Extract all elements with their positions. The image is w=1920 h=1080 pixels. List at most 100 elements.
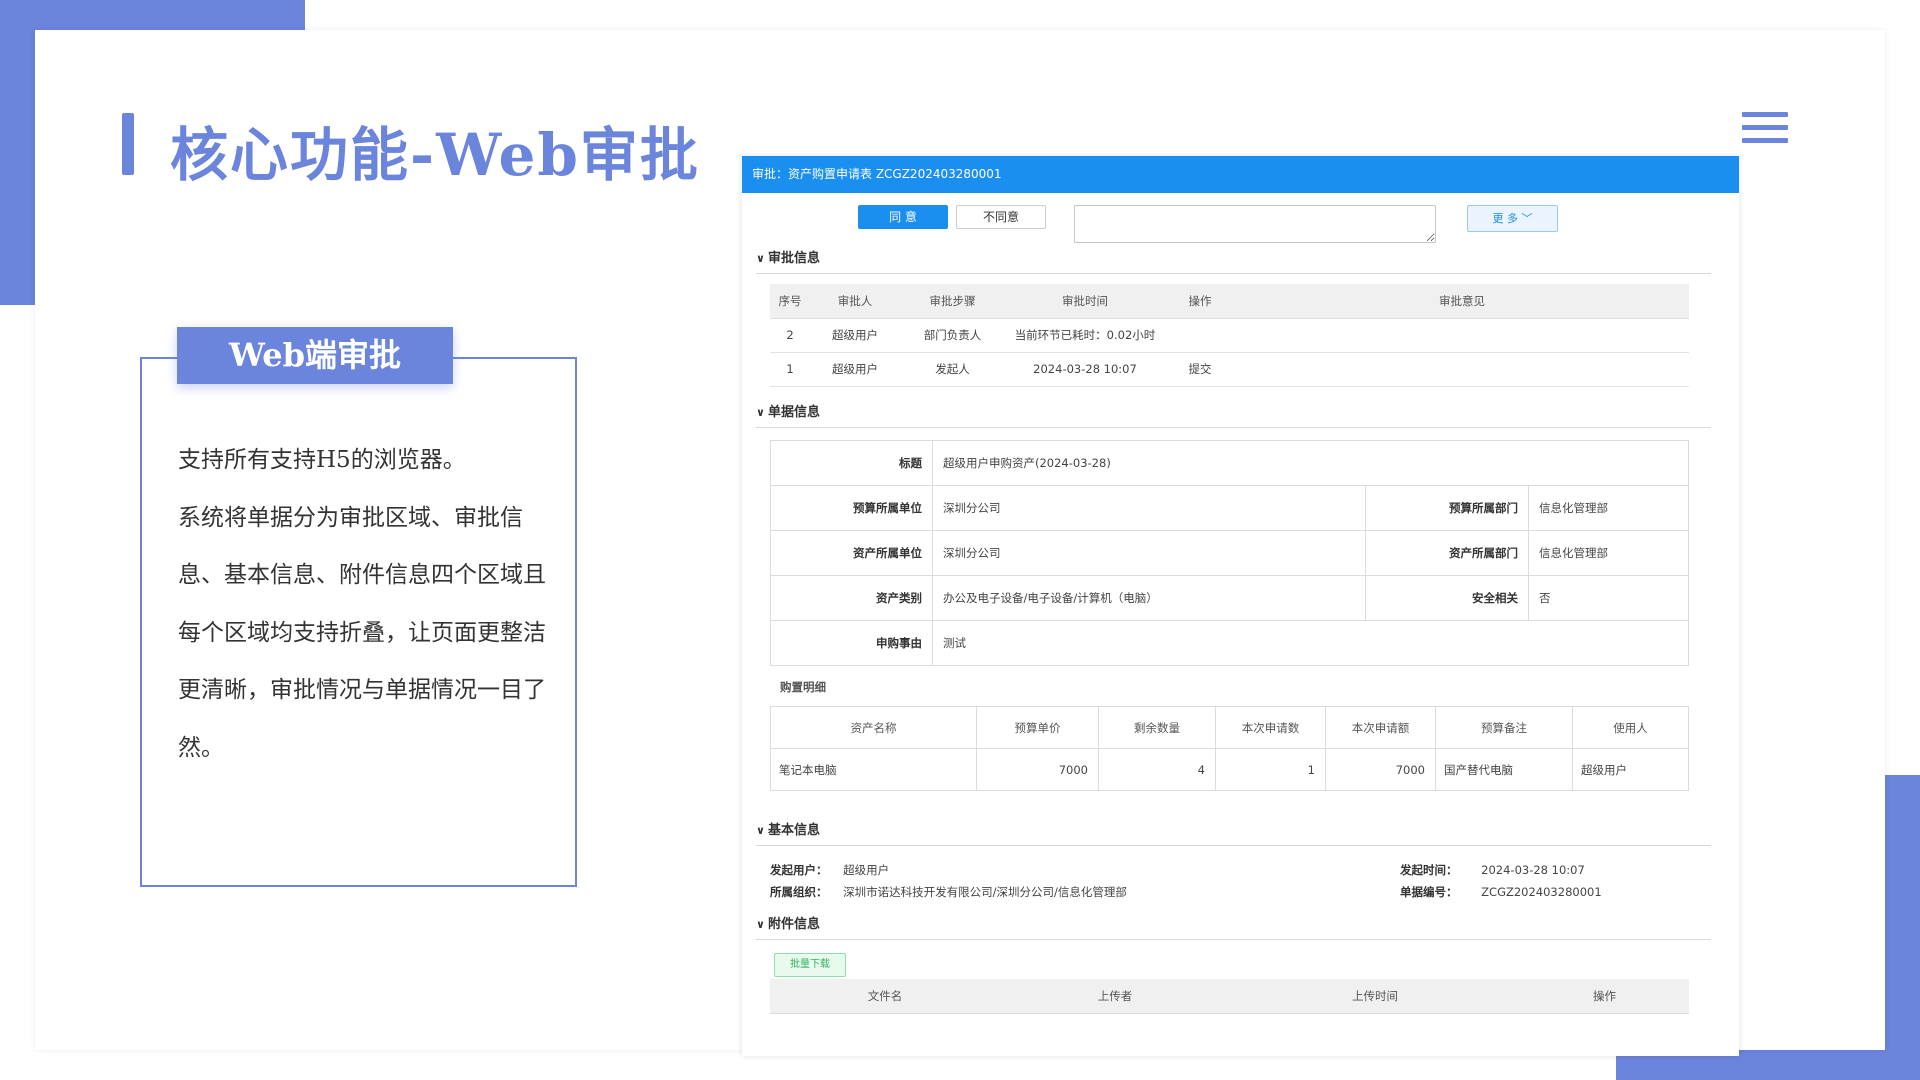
field-value: 否 [1528,575,1689,621]
column-header: 上传时间 [1230,979,1520,1014]
hamburger-menu-icon[interactable] [1742,112,1788,146]
purchase-details-table: 资产名称 预算单价 剩余数量 本次申请数 本次申请额 预算备注 使用人 笔记本电… [770,706,1689,791]
field-value: 办公及电子设备/电子设备/计算机（电脑） [932,575,1366,621]
column-header: 本次申请额 [1325,706,1436,749]
field-label: 安全相关 [1365,575,1529,621]
section-title: 附件信息 [768,917,821,932]
chevron-down-icon: ∨ [756,918,765,931]
field-value: 深圳分公司 [932,485,1366,531]
table-cell [1165,318,1235,353]
table-cell: 1 [770,352,810,387]
attachments-table: 文件名 上传者 上传时间 操作 [770,979,1689,1014]
feature-card-line-2: 系统将单据分为审批区域、审批信息、基本信息、附件信息四个区域且每个区域均支持折叠… [178,504,546,761]
table-header-row: 序号 审批人 审批步骤 审批时间 操作 审批意见 [770,284,1689,319]
field-label: 资产类别 [770,575,933,621]
field-label: 发起时间： [1400,863,1458,877]
form-row: 资产所属单位 深圳分公司 资产所属部门 信息化管理部 [770,530,1689,576]
title-accent-bar [122,113,134,175]
table-header-row: 资产名称 预算单价 剩余数量 本次申请数 本次申请额 预算备注 使用人 [770,706,1689,749]
approval-window-title: 审批：资产购置申请表 ZCGZ202403280001 [742,156,1739,193]
field-value: 深圳市诺达科技开发有限公司/深圳分公司/信息化管理部 [843,885,1127,899]
section-approval-info[interactable]: ∨ 审批信息 [756,248,1711,274]
field-label: 预算所属单位 [770,485,933,531]
column-header: 序号 [770,284,810,319]
table-cell: 提交 [1165,352,1235,387]
section-title: 审批信息 [768,251,821,266]
approval-window: 审批：资产购置申请表 ZCGZ202403280001 同 意 不同意 更 多 … [742,156,1739,1056]
form-row: 申购事由 测试 [770,620,1689,666]
field-value: 测试 [932,620,1689,666]
table-cell: 7000 [976,748,1099,791]
slide-stage: 核心功能-Web审批 Web端审批 支持所有支持H5的浏览器。 系统将单据分为审… [0,0,1920,1080]
section-document-info[interactable]: ∨ 单据信息 [756,402,1711,428]
field-value: 深圳分公司 [932,530,1366,576]
column-header: 审批人 [810,284,900,319]
table-cell: 部门负责人 [900,318,1005,353]
feature-card-line-1: 支持所有支持H5的浏览器。 [178,447,466,473]
more-dropdown-button[interactable]: 更 多 ﹀ [1467,205,1558,232]
basic-info-organization: 所属组织： 深圳市诺达科技开发有限公司/深圳分公司/信息化管理部 [770,884,1127,900]
field-value: 2024-03-28 10:07 [1481,863,1585,877]
purchase-details-caption: 购置明细 [780,680,826,694]
field-label: 所属组织： [770,885,828,899]
column-header: 审批意见 [1235,284,1689,319]
disagree-button[interactable]: 不同意 [956,205,1046,229]
form-row: 资产类别 办公及电子设备/电子设备/计算机（电脑） 安全相关 否 [770,575,1689,621]
table-cell: 超级用户 [810,318,900,353]
table-cell: 4 [1098,748,1216,791]
column-header: 剩余数量 [1098,706,1216,749]
basic-info-number: 单据编号： ZCGZ202403280001 [1400,884,1602,900]
table-cell [1235,318,1689,353]
field-value: 信息化管理部 [1528,530,1689,576]
chevron-down-icon: ∨ [756,252,765,265]
chevron-down-icon: ∨ [756,406,765,419]
table-cell: 发起人 [900,352,1005,387]
column-header: 审批步骤 [900,284,1005,319]
field-value: 超级用户 [843,863,890,877]
form-row: 标题 超级用户申购资产(2024-03-28) [770,440,1689,486]
table-cell: 当前环节已耗时：0.02小时 [1005,318,1165,353]
field-value: 信息化管理部 [1528,485,1689,531]
section-basic-info[interactable]: ∨ 基本信息 [756,820,1711,846]
approval-comment-input[interactable] [1074,205,1436,243]
field-label: 资产所属单位 [770,530,933,576]
table-cell: 笔记本电脑 [770,748,977,791]
field-label: 发起用户： [770,863,828,877]
table-row: 1 超级用户 发起人 2024-03-28 10:07 提交 [770,352,1689,387]
table-header-row: 文件名 上传者 上传时间 操作 [770,979,1689,1014]
field-label: 资产所属部门 [1365,530,1529,576]
column-header: 操作 [1165,284,1235,319]
field-label: 预算所属部门 [1365,485,1529,531]
column-header: 本次申请数 [1215,706,1326,749]
basic-info-time: 发起时间： 2024-03-28 10:07 [1400,862,1585,878]
column-header: 使用人 [1572,706,1689,749]
more-button-label: 更 多 [1492,212,1519,225]
field-label: 申购事由 [770,620,933,666]
section-title: 单据信息 [768,405,821,420]
column-header: 预算单价 [976,706,1099,749]
table-row: 2 超级用户 部门负责人 当前环节已耗时：0.02小时 [770,318,1689,353]
table-cell [1235,352,1689,387]
column-header: 资产名称 [770,706,977,749]
column-header: 文件名 [770,979,1000,1014]
table-cell: 超级用户 [810,352,900,387]
chevron-down-icon: ﹀ [1521,212,1533,225]
table-cell: 1 [1215,748,1326,791]
field-value: 超级用户申购资产(2024-03-28) [932,440,1689,486]
batch-download-button[interactable]: 批量下载 [774,953,846,977]
column-header: 审批时间 [1005,284,1165,319]
document-form-table: 标题 超级用户申购资产(2024-03-28) 预算所属单位 深圳分公司 预算所… [770,440,1689,666]
agree-button[interactable]: 同 意 [858,205,948,229]
basic-info-initiator: 发起用户： 超级用户 [770,862,889,878]
field-label: 单据编号： [1400,885,1458,899]
feature-card-tab: Web端审批 [177,327,453,384]
section-title: 基本信息 [768,823,821,838]
field-value: ZCGZ202403280001 [1481,885,1602,899]
page-title: 核心功能-Web审批 [170,121,700,189]
form-row: 预算所属单位 深圳分公司 预算所属部门 信息化管理部 [770,485,1689,531]
table-cell: 超级用户 [1572,748,1689,791]
chevron-down-icon: ∨ [756,824,765,837]
column-header: 操作 [1520,979,1689,1014]
section-attachment-info[interactable]: ∨ 附件信息 [756,914,1711,940]
table-row: 笔记本电脑 7000 4 1 7000 国产替代电脑 超级用户 [770,748,1689,791]
